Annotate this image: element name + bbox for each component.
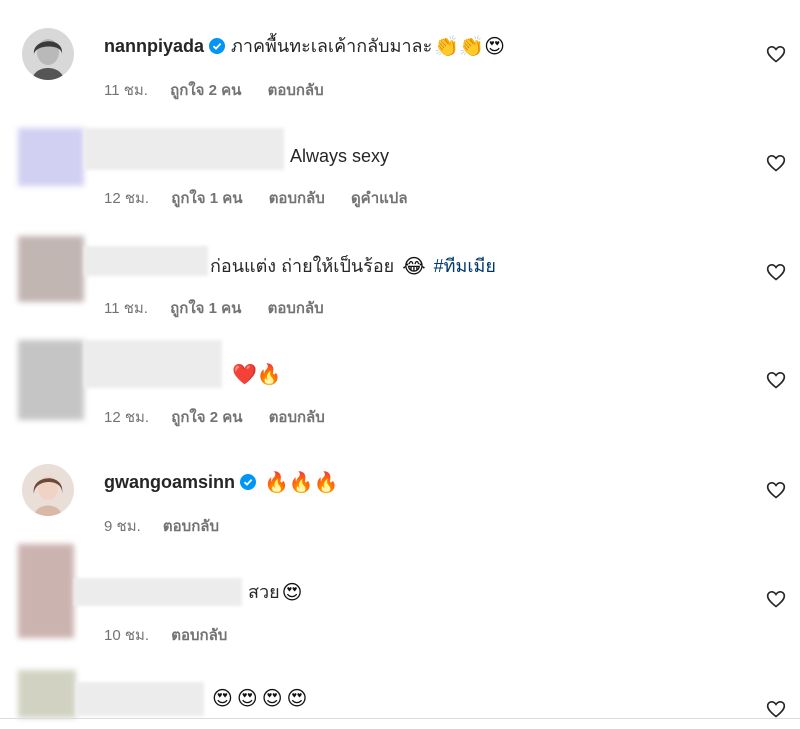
comment-emojis: 🔥🔥🔥 bbox=[264, 470, 339, 494]
heart-outline-icon[interactable] bbox=[766, 589, 786, 609]
comment-emojis: ❤️🔥 bbox=[232, 362, 282, 386]
comment-emojis: 😍😍😍😍 bbox=[212, 686, 312, 710]
reply-button[interactable]: ตอบกลับ bbox=[268, 82, 324, 99]
likes-count[interactable]: ถูกใจ 2 คน bbox=[170, 82, 241, 99]
heart-outline-icon[interactable] bbox=[766, 44, 786, 64]
comment-timestamp[interactable]: 12 ชม. bbox=[104, 409, 149, 426]
comment-username[interactable]: nannpiyada bbox=[104, 34, 204, 58]
heart-outline-icon[interactable] bbox=[766, 262, 786, 282]
avatar[interactable] bbox=[18, 670, 76, 718]
comment-emojis: 😂 bbox=[402, 254, 426, 278]
translate-button[interactable]: ดูคำแปล bbox=[351, 190, 408, 207]
comment-emojis: 👏👏😍 bbox=[434, 34, 505, 58]
comment-timestamp[interactable]: 12 ชม. bbox=[104, 190, 149, 207]
comment-timestamp[interactable]: 10 ชม. bbox=[104, 627, 149, 644]
heart-outline-icon[interactable] bbox=[766, 699, 786, 719]
comment-text: ก่อนแต่ง ถ่ายให้เป็นร้อย bbox=[210, 256, 395, 276]
verified-badge-icon bbox=[209, 38, 226, 54]
avatar[interactable] bbox=[22, 28, 74, 80]
comment-username[interactable]: gwangoamsinn bbox=[104, 470, 235, 494]
reply-button[interactable]: ตอบกลับ bbox=[269, 409, 325, 426]
likes-count[interactable]: ถูกใจ 1 คน bbox=[170, 300, 241, 317]
reply-button[interactable]: ตอบกลับ bbox=[269, 190, 325, 207]
comment-username[interactable] bbox=[84, 340, 222, 388]
verified-badge-icon bbox=[240, 474, 257, 490]
comment-username[interactable] bbox=[74, 578, 242, 606]
comment-username[interactable] bbox=[76, 682, 204, 716]
avatar[interactable] bbox=[18, 128, 84, 186]
comment-text: ภาคพื้นทะเลเค้ากลับมาละ bbox=[231, 36, 433, 56]
heart-outline-icon[interactable] bbox=[766, 370, 786, 390]
avatar[interactable] bbox=[22, 464, 74, 516]
likes-count[interactable]: ถูกใจ 1 คน bbox=[171, 190, 242, 207]
comment-timestamp[interactable]: 11 ชม. bbox=[104, 300, 148, 317]
comment-emojis: 😍 bbox=[281, 580, 303, 604]
comment-username[interactable] bbox=[84, 246, 208, 276]
avatar[interactable] bbox=[18, 340, 84, 420]
comment-username[interactable] bbox=[84, 128, 284, 170]
heart-outline-icon[interactable] bbox=[766, 480, 786, 500]
comment-text: สวย bbox=[248, 582, 280, 602]
avatar[interactable] bbox=[18, 236, 84, 302]
reply-button[interactable]: ตอบกลับ bbox=[268, 300, 324, 317]
likes-count[interactable]: ถูกใจ 2 คน bbox=[171, 409, 242, 426]
heart-outline-icon[interactable] bbox=[766, 153, 786, 173]
avatar[interactable] bbox=[18, 544, 74, 638]
reply-button[interactable]: ตอบกลับ bbox=[171, 627, 227, 644]
comment-text: Always sexy bbox=[290, 146, 390, 166]
divider bbox=[0, 718, 800, 719]
comment-hashtag[interactable]: #ทีมเมีย bbox=[434, 254, 496, 278]
reply-button[interactable]: ตอบกลับ bbox=[163, 518, 219, 535]
comment-timestamp[interactable]: 9 ชม. bbox=[104, 518, 141, 535]
comment-timestamp[interactable]: 11 ชม. bbox=[104, 82, 148, 99]
